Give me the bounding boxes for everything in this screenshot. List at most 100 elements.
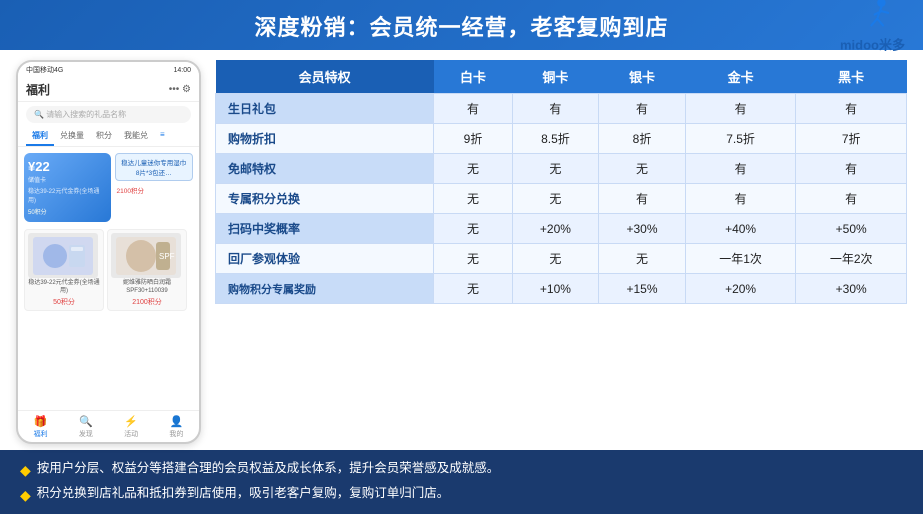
table-cell-value: +15% <box>599 274 686 304</box>
table-cell-label: 扫码中奖概率 <box>216 214 434 244</box>
table-cell-value: 无 <box>512 244 599 274</box>
bottom-nav-discover[interactable]: 🔍 发现 <box>79 415 93 439</box>
table-cell-value: 有 <box>599 184 686 214</box>
phone-status-bar: 中国移动4G 14:00 <box>18 62 199 78</box>
card-price: ¥22 <box>28 159 107 174</box>
col-header-black: 黑卡 <box>796 60 907 94</box>
activity-icon: ⚡ <box>124 415 138 428</box>
table-row: 购物积分专属奖励无+10%+15%+20%+30% <box>216 274 907 304</box>
bottom-nav-activity[interactable]: ⚡ 活动 <box>124 415 138 439</box>
product-price-1: 50积分 <box>28 297 100 307</box>
bottom-nav-activity-label: 活动 <box>124 429 138 439</box>
table-cell-value: 无 <box>434 274 512 304</box>
phone-cards-area: ¥22 储值卡 稳达39-22元代金券(全场通用) 50积分 稳达儿童迷你专用湿… <box>18 147 199 225</box>
table-cell-value: 无 <box>512 184 599 214</box>
phone-nav-icons: ••• ⚙ <box>169 84 191 95</box>
table-cell-value: +10% <box>512 274 599 304</box>
phone-card2-item1: 稳达儿童迷你专用湿巾8片*3包还… <box>115 153 194 181</box>
table-cell-value: 无 <box>599 244 686 274</box>
discover-icon: 🔍 <box>79 415 93 428</box>
main-content: 中国移动4G 14:00 福利 ••• ⚙ 🔍 请输入搜索的礼品名称 福利 兑换… <box>0 50 923 450</box>
card-desc: 稳达39-22元代金券(全场通用) <box>28 186 107 204</box>
table-cell-value: 有 <box>434 94 512 124</box>
product-img-2: SPF <box>111 233 181 278</box>
product-price-2: 2100积分 <box>111 297 183 307</box>
table-header-row: 会员特权 白卡 铜卡 银卡 金卡 黑卡 <box>216 60 907 94</box>
phone-card-main: ¥22 储值卡 稳达39-22元代金券(全场通用) 50积分 <box>24 153 111 222</box>
table-cell-value: 9折 <box>434 124 512 154</box>
table-cell-value: 有 <box>599 94 686 124</box>
bottom-nav-mine-label: 我的 <box>169 429 183 439</box>
table-row: 生日礼包有有有有有 <box>216 94 907 124</box>
phone-tab-points[interactable]: 积分 <box>90 127 118 146</box>
table-cell-value: 8折 <box>599 124 686 154</box>
card-points: 50积分 <box>28 207 107 216</box>
table-cell-value: 有 <box>796 184 907 214</box>
table-row: 扫码中奖概率无+20%+30%+40%+50% <box>216 214 907 244</box>
product-desc-1: 稳达39-22元代金券(全场通用) <box>28 280 100 296</box>
table-row: 回厂参观体验无无无一年1次一年2次 <box>216 244 907 274</box>
table-cell-label: 购物积分专属奖励 <box>216 274 434 304</box>
footer-text-1: 按用户分层、权益分等搭建合理的会员权益及成长体系，提升会员荣誉感及成就感。 <box>37 458 500 479</box>
svg-text:SPF: SPF <box>159 252 175 261</box>
footer-item-1: ◆ 按用户分层、权益分等搭建合理的会员权益及成长体系，提升会员荣誉感及成就感。 <box>20 458 903 483</box>
phone-tab-extra[interactable]: ≡ <box>154 127 171 146</box>
phone-tab-mine[interactable]: 我能兑 <box>118 127 154 146</box>
table-cell-value: 无 <box>434 244 512 274</box>
table-cell-value: 有 <box>685 94 796 124</box>
phone-mockup: 中国移动4G 14:00 福利 ••• ⚙ 🔍 请输入搜索的礼品名称 福利 兑换… <box>16 60 201 444</box>
footer-item-2: ◆ 积分兑换到店礼品和抵扣券到店使用，吸引老客户复购，复购订单归门店。 <box>20 483 903 508</box>
table-cell-value: +30% <box>599 214 686 244</box>
bottom-nav-mine[interactable]: 👤 我的 <box>169 415 183 439</box>
mine-icon: 👤 <box>170 415 184 428</box>
footer-text-2: 积分兑换到店礼品和抵扣券到店使用，吸引老客户复购，复购订单归门店。 <box>37 483 450 504</box>
table-cell-value: +20% <box>512 214 599 244</box>
table-cell-value: 有 <box>685 154 796 184</box>
time-text: 14:00 <box>173 67 191 74</box>
header: 深度粉销：会员统一经营，老客复购到店 midoo米多 <box>0 0 923 50</box>
col-header-bronze: 铜卡 <box>512 60 599 94</box>
table-cell-value: +20% <box>685 274 796 304</box>
search-placeholder: 请输入搜索的礼品名称 <box>46 110 126 119</box>
col-header-privilege: 会员特权 <box>216 60 434 94</box>
table-cell-value: 无 <box>434 214 512 244</box>
table-cell-label: 购物折扣 <box>216 124 434 154</box>
logo-text: midoo米多 <box>840 35 905 54</box>
table-cell-value: 有 <box>796 94 907 124</box>
card2-points: 2100积分 <box>115 184 194 196</box>
col-header-gold: 金卡 <box>685 60 796 94</box>
phone-product-1: 稳达39-22元代金券(全场通用) 50积分 <box>24 229 104 311</box>
phone-nav-bar: 福利 ••• ⚙ <box>18 78 199 102</box>
table-cell-value: +40% <box>685 214 796 244</box>
search-icon: 🔍 <box>34 110 46 119</box>
phone-tab-exchange[interactable]: 兑换量 <box>54 127 90 146</box>
col-header-silver: 银卡 <box>599 60 686 94</box>
footer: ◆ 按用户分层、权益分等搭建合理的会员权益及成长体系，提升会员荣誉感及成就感。 … <box>0 450 923 514</box>
table-cell-label: 回厂参观体验 <box>216 244 434 274</box>
page-title: 深度粉销：会员统一经营，老客复购到店 <box>254 15 668 40</box>
phone-search-bar[interactable]: 🔍 请输入搜索的礼品名称 <box>26 106 191 123</box>
table-cell-label: 免邮特权 <box>216 154 434 184</box>
bottom-nav-welfare-label: 福利 <box>34 429 48 439</box>
logo-area: midoo米多 <box>840 0 905 54</box>
table-row: 购物折扣9折8.5折8折7.5折7折 <box>216 124 907 154</box>
table-cell-value: +50% <box>796 214 907 244</box>
bottom-nav-welfare[interactable]: 🎁 福利 <box>34 415 48 439</box>
table-cell-value: 7.5折 <box>685 124 796 154</box>
table-cell-value: 有 <box>512 94 599 124</box>
table-area: 会员特权 白卡 铜卡 银卡 金卡 黑卡 生日礼包有有有有有购物折扣9折8.5折8… <box>215 60 907 444</box>
home-icon: 🎁 <box>34 415 48 428</box>
footer-bullet-1: ◆ <box>20 459 31 483</box>
phone-product-2: SPF 妮维雅防晒白润霜SPF30+110039 2100积分 <box>107 229 187 311</box>
table-cell-value: 一年2次 <box>796 244 907 274</box>
phone-nav-title: 福利 <box>26 81 50 98</box>
phone-bottom-nav: 🎁 福利 🔍 发现 ⚡ 活动 👤 我的 <box>18 410 199 442</box>
table-cell-value: 无 <box>434 184 512 214</box>
phone-products-area: 稳达39-22元代金券(全场通用) 50积分 SPF 妮维雅防晒白润霜SPF30… <box>18 225 199 315</box>
carrier-text: 中国移动4G <box>26 65 63 75</box>
table-cell-value: 无 <box>512 154 599 184</box>
table-cell-value: 7折 <box>796 124 907 154</box>
phone-tab-welfare[interactable]: 福利 <box>26 127 54 146</box>
col-header-white: 白卡 <box>434 60 512 94</box>
table-cell-label: 生日礼包 <box>216 94 434 124</box>
